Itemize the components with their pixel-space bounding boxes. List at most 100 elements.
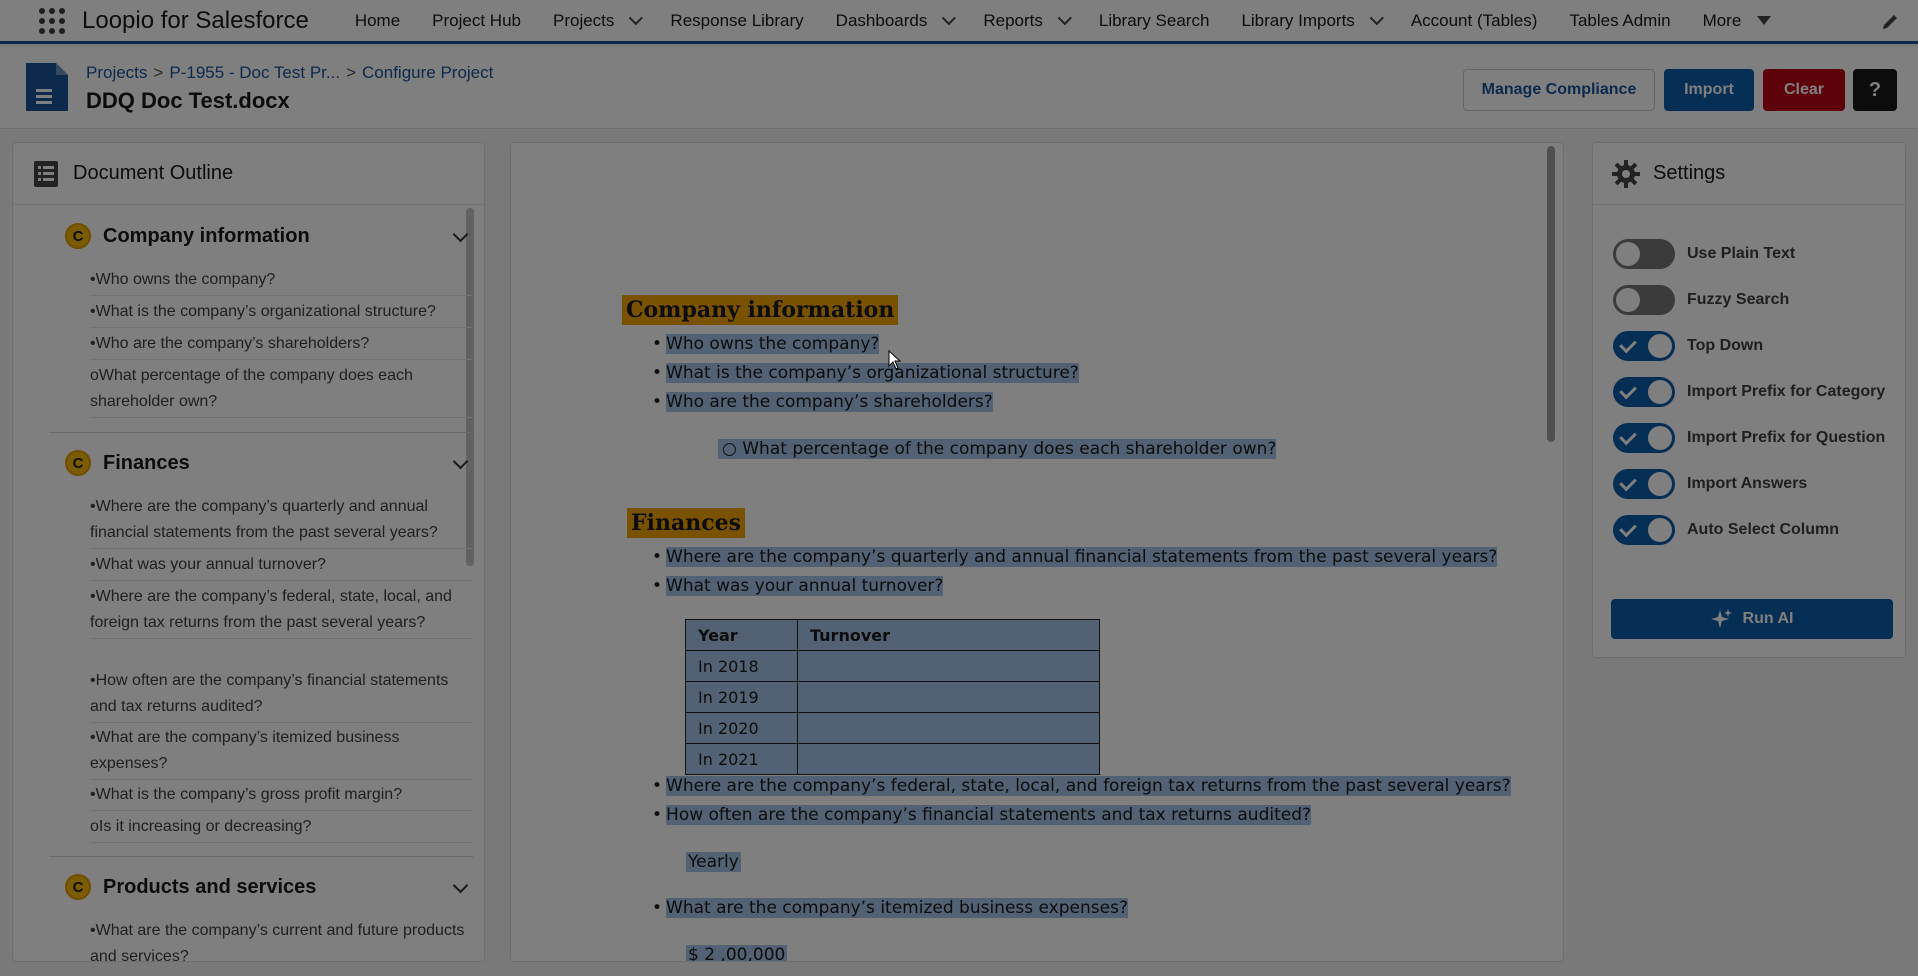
nav-item-label: Dashboards xyxy=(835,10,928,30)
nav-item-label: Account (Tables) xyxy=(1410,10,1538,30)
outline-question[interactable]: •How often are the company’s financial s… xyxy=(90,668,472,723)
doc-question[interactable]: • What was your annual turnover? xyxy=(652,576,944,596)
outline-question[interactable]: •Where are the company’s quarterly and a… xyxy=(90,494,472,549)
table-row[interactable]: In 2018 xyxy=(685,650,1100,682)
doc-question-text: How often are the company’s financial st… xyxy=(666,805,1312,825)
breadcrumb-separator: > xyxy=(346,63,357,82)
table-cell: In 2018 xyxy=(685,650,798,682)
run-ai-button[interactable]: Run AI xyxy=(1611,599,1893,639)
doc-question[interactable]: • What is the company’s organizational st… xyxy=(652,363,1079,383)
outline-section-finances[interactable]: C Finances xyxy=(65,450,190,476)
toggle-switch[interactable] xyxy=(1613,285,1675,315)
doc-question[interactable]: ○ What percentage of the company does ea… xyxy=(718,439,1277,459)
toggle-switch[interactable] xyxy=(1613,377,1675,407)
toggle-switch[interactable] xyxy=(1613,515,1675,545)
toggle-switch[interactable] xyxy=(1613,469,1675,499)
run-ai-label: Run AI xyxy=(1742,610,1794,627)
clear-button[interactable]: Clear xyxy=(1763,69,1845,111)
chevron-down-icon[interactable] xyxy=(942,10,957,25)
outline-question[interactable]: •Where are the company’s federal, state,… xyxy=(90,584,472,639)
nav-item-library-search[interactable]: Library Search xyxy=(1083,0,1226,41)
toggle-import-prefix-category[interactable]: Import Prefix for Category xyxy=(1613,377,1885,407)
table-cell xyxy=(797,681,1100,713)
outline-question[interactable]: •What is the company’s gross profit marg… xyxy=(90,782,472,811)
nav-item-tables-admin[interactable]: Tables Admin xyxy=(1553,0,1686,41)
section-title: Finances xyxy=(103,451,190,474)
doc-category-company-information[interactable]: Company information xyxy=(622,295,899,325)
document-outline-panel: Document Outline C Company information •… xyxy=(12,142,485,962)
doc-question[interactable]: • Who are the company’s shareholders? xyxy=(652,392,993,412)
outline-question[interactable]: •Who are the company’s shareholders? xyxy=(90,331,472,360)
nav-item-reports[interactable]: Reports xyxy=(967,0,1083,41)
outline-list-icon xyxy=(34,160,58,187)
doc-question[interactable]: • Where are the company’s federal, state,… xyxy=(652,776,1511,796)
mouse-cursor-icon xyxy=(888,350,902,370)
doc-category-finances[interactable]: Finances xyxy=(627,508,745,538)
nav-item-project-hub[interactable]: Project Hub xyxy=(416,0,537,41)
category-badge: C xyxy=(65,223,91,249)
toggle-switch[interactable] xyxy=(1613,331,1675,361)
breadcrumb-configure-project[interactable]: Configure Project xyxy=(362,63,493,82)
section-title: Company information xyxy=(103,224,310,247)
doc-answer[interactable]: $ 2 ,00,000 xyxy=(686,945,788,961)
nav-item-account-tables[interactable]: Account (Tables) xyxy=(1395,0,1554,41)
nav-item-label: Projects xyxy=(553,10,615,30)
doc-question[interactable]: • How often are the company’s financial s… xyxy=(652,805,1312,825)
import-button[interactable]: Import xyxy=(1664,69,1754,111)
doc-answer[interactable]: Yearly xyxy=(686,852,741,872)
doc-question-text: Who are the company’s shareholders? xyxy=(666,392,993,412)
doc-question[interactable]: • What are the company’s itemized busines… xyxy=(652,898,1128,918)
toggle-import-prefix-question[interactable]: Import Prefix for Question xyxy=(1613,423,1885,453)
pencil-icon[interactable] xyxy=(1880,12,1900,32)
manage-compliance-button[interactable]: Manage Compliance xyxy=(1463,69,1655,111)
table-row[interactable]: In 2019 xyxy=(685,681,1100,713)
outline-section-products-and-services[interactable]: C Products and services xyxy=(65,874,316,900)
chevron-down-icon[interactable] xyxy=(452,877,469,894)
doc-question-text: Who owns the company? xyxy=(666,334,880,354)
toggle-auto-select-column[interactable]: Auto Select Column xyxy=(1613,515,1839,545)
breadcrumb-separator: > xyxy=(153,63,164,82)
nav-item-library-imports[interactable]: Library Imports xyxy=(1225,0,1394,41)
outline-question[interactable]: oWhat percentage of the company does eac… xyxy=(90,363,472,418)
outline-question[interactable]: •What is the company’s organizational st… xyxy=(90,299,472,328)
nav-item-projects[interactable]: Projects xyxy=(537,0,654,41)
toggle-switch[interactable] xyxy=(1613,423,1675,453)
app-launcher-icon[interactable] xyxy=(38,7,66,35)
toggle-import-answers[interactable]: Import Answers xyxy=(1613,469,1807,499)
breadcrumb-projects[interactable]: Projects xyxy=(86,63,147,82)
chevron-down-icon[interactable] xyxy=(629,10,644,25)
doc-question-text: What are the company’s itemized business… xyxy=(666,898,1128,918)
nav-item-response-library[interactable]: Response Library xyxy=(654,0,819,41)
doc-question[interactable]: • Where are the company’s quarterly and a… xyxy=(652,547,1498,567)
outline-question[interactable]: •What are the company’s current and futu… xyxy=(90,918,472,961)
check-icon xyxy=(1619,381,1637,400)
table-row[interactable]: In 2021 xyxy=(685,743,1100,775)
outline-question[interactable]: •What was your annual turnover? xyxy=(90,552,472,581)
table-row[interactable]: In 2020 xyxy=(685,712,1100,744)
toggle-fuzzy-search[interactable]: Fuzzy Search xyxy=(1613,285,1789,315)
global-navigation: Loopio for Salesforce Home Project Hub P… xyxy=(0,0,1918,44)
nav-item-more[interactable]: More xyxy=(1687,0,1788,41)
outline-section-company-information[interactable]: C Company information xyxy=(65,223,310,249)
outline-question[interactable]: •What are the company’s itemized busines… xyxy=(90,725,472,780)
settings-header: Settings xyxy=(1593,143,1905,205)
chevron-down-icon[interactable] xyxy=(1369,10,1384,25)
document-scrollbar[interactable] xyxy=(1547,146,1555,442)
outline-question[interactable]: oIs it increasing or decreasing? xyxy=(90,814,472,843)
chevron-down-icon[interactable] xyxy=(1057,10,1072,25)
toggle-knob xyxy=(1648,426,1672,450)
toggle-top-down[interactable]: Top Down xyxy=(1613,331,1763,361)
sub-bullet: ○ xyxy=(722,439,737,459)
doc-question[interactable]: • Who owns the company? xyxy=(652,334,880,354)
caret-down-icon[interactable] xyxy=(1757,16,1772,25)
toggle-use-plain-text[interactable]: Use Plain Text xyxy=(1613,239,1795,269)
nav-item-label: Library Imports xyxy=(1241,10,1355,30)
toggle-switch[interactable] xyxy=(1613,239,1675,269)
nav-item-label: Library Search xyxy=(1098,10,1210,30)
breadcrumb-project[interactable]: P-1955 - Doc Test Pr... xyxy=(169,63,340,82)
nav-item-dashboards[interactable]: Dashboards xyxy=(820,0,968,41)
help-button[interactable]: ? xyxy=(1853,69,1897,111)
nav-item-home[interactable]: Home xyxy=(339,0,416,41)
bullet: • xyxy=(652,334,663,354)
outline-question[interactable]: •Who owns the company? xyxy=(90,267,472,296)
